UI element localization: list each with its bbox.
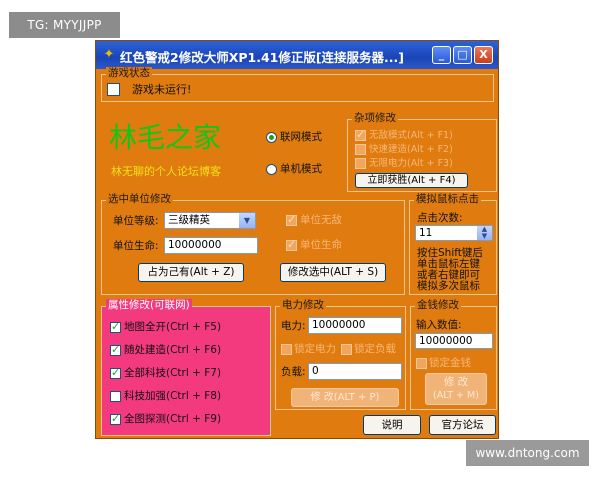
money-group: 金钱修改 输入数值: 10000000 锁定金钱 修 改 (ALT + M) <box>410 299 497 410</box>
watermark-top: TG: MYYJJPP <box>9 12 120 38</box>
power-value-label: 电力: <box>281 320 306 332</box>
game-status-group: 游戏状态 游戏未运行! <box>101 67 494 102</box>
misc-checkbox-2[interactable] <box>355 144 366 155</box>
occupy-button[interactable]: 占为己有(Alt + Z) <box>138 263 244 282</box>
unit-level-label: 单位等级: <box>113 215 159 227</box>
game-status-text: 游戏未运行! <box>132 83 192 96</box>
click-count-value: 11 <box>419 227 433 239</box>
misc-label: 杂项修改 <box>352 112 398 125</box>
attr-checkbox-2[interactable] <box>110 343 121 356</box>
app-icon: ✦ <box>103 47 115 62</box>
single-mode-radio[interactable] <box>266 164 277 175</box>
single-mode-label: 单机模式 <box>280 163 322 175</box>
modify-power-button[interactable]: 修 改(ALT + P) <box>291 388 399 407</box>
online-mode-radio[interactable] <box>266 132 277 143</box>
unit-health-lock-checkbox[interactable] <box>286 238 297 251</box>
forum-button[interactable]: 官方论坛 <box>429 415 496 435</box>
unit-health-label: 单位生命: <box>113 240 159 252</box>
unit-health-lock-label: 单位生命 <box>300 239 342 251</box>
game-status-label: 游戏状态 <box>106 67 152 80</box>
mouse-group: 模拟鼠标点击 点击次数: 11 ▲ ▼ 按住Shift键后 单击鼠标左键 或者右键… <box>409 193 497 295</box>
lock-load-checkbox[interactable] <box>341 344 352 355</box>
unit-label: 选中单位修改 <box>106 193 173 206</box>
attr-group: 属性修改(可联网) 地图全开(Ctrl + F5) 随处建造(Ctrl + F6… <box>101 299 271 436</box>
unit-invincible-checkbox[interactable] <box>286 213 297 226</box>
attr-item-3: 全部科技(Ctrl + F7) <box>124 367 222 379</box>
lock-load-label: 锁定负载 <box>354 343 396 355</box>
load-label: 负载: <box>281 366 306 378</box>
misc-item-3: 无限电力(Alt + F3) <box>369 158 453 169</box>
attr-item-4: 科技加强(Ctrl + F8) <box>124 390 222 402</box>
attr-item-2: 随处建造(Ctrl + F6) <box>124 344 222 356</box>
app-window: ✦ 红色警戒2修改大师XP1.41修正版[连接服务器...] _ □ X 游戏状… <box>95 40 499 439</box>
watermark-bottom: www.dntong.com <box>466 440 589 466</box>
money-input[interactable]: 10000000 <box>415 333 493 349</box>
misc-group: 杂项修改 无敌模式(Alt + F1) 快速建造(Alt + F2) 无限电力(… <box>347 112 497 192</box>
unit-health-input[interactable]: 10000000 <box>164 237 258 254</box>
attr-checkbox-5[interactable] <box>110 412 121 425</box>
misc-item-1: 无敌模式(Alt + F1) <box>369 130 453 141</box>
unit-level-value: 三级精英 <box>168 214 210 226</box>
instant-win-button[interactable]: 立即获胜(Alt + F4) <box>355 173 468 188</box>
misc-checkbox-3[interactable] <box>355 158 366 169</box>
mouse-hint-4: 模拟多次鼠标 <box>417 280 480 292</box>
modify-money-button-line1: 修 改 <box>443 376 469 388</box>
help-button[interactable]: 说明 <box>363 415 421 435</box>
modify-unit-button[interactable]: 修改选中(ALT + S) <box>280 263 386 282</box>
modify-money-button-line2: (ALT + M) <box>433 390 479 401</box>
window-title: 红色警戒2修改大师XP1.41修正版[连接服务器...] <box>120 50 405 65</box>
attr-label: 属性修改(可联网) <box>106 299 192 312</box>
online-mode-label: 联网模式 <box>280 131 322 143</box>
unit-invincible-label: 单位无敌 <box>300 214 342 226</box>
misc-checkbox-1[interactable] <box>355 128 366 141</box>
attr-checkbox-3[interactable] <box>110 366 121 379</box>
click-count-spinner[interactable]: 11 ▲ ▼ <box>415 225 493 241</box>
maximize-button[interactable]: □ <box>453 46 472 64</box>
attr-item-5: 全图探测(Ctrl + F9) <box>124 413 222 425</box>
spinner-arrows-icon[interactable]: ▲ ▼ <box>477 226 492 240</box>
title-bar[interactable]: ✦ 红色警戒2修改大师XP1.41修正版[连接服务器...] _ □ X <box>96 41 498 69</box>
unit-level-select[interactable]: 三级精英 ▼ <box>164 212 256 229</box>
power-label: 电力修改 <box>280 299 326 312</box>
attr-checkbox-1[interactable] <box>110 320 121 333</box>
attr-item-1: 地图全开(Ctrl + F5) <box>124 321 222 333</box>
click-count-label: 点击次数: <box>417 212 463 224</box>
minimize-button[interactable]: _ <box>432 46 451 64</box>
mouse-label: 模拟鼠标点击 <box>414 193 481 206</box>
attr-checkbox-4[interactable] <box>110 391 121 402</box>
money-label: 金钱修改 <box>415 299 461 312</box>
lock-power-label: 锁定电力 <box>294 343 336 355</box>
lock-power-checkbox[interactable] <box>281 344 292 355</box>
unit-group: 选中单位修改 单位等级: 三级精英 ▼ 单位生命: 10000000 单位无敌 … <box>101 193 405 295</box>
chevron-down-icon[interactable]: ▼ <box>239 213 255 228</box>
power-group: 电力修改 电力: 10000000 锁定电力 锁定负载 负载: 0 修 改(AL… <box>275 299 406 410</box>
modify-money-button[interactable]: 修 改 (ALT + M) <box>425 373 487 405</box>
lock-money-checkbox[interactable] <box>416 358 427 369</box>
power-input[interactable]: 10000000 <box>308 317 402 334</box>
money-input-label: 输入数值: <box>416 319 462 331</box>
lock-money-label: 锁定金钱 <box>429 357 471 369</box>
brand-title: 林毛之家 <box>109 121 222 154</box>
misc-item-2: 快速建造(Alt + F2) <box>369 144 453 155</box>
brand-subtitle: 林无聊的个人论坛博客 <box>111 165 221 178</box>
load-input[interactable]: 0 <box>308 363 402 380</box>
game-running-checkbox[interactable] <box>107 83 120 96</box>
close-button[interactable]: X <box>474 46 493 64</box>
